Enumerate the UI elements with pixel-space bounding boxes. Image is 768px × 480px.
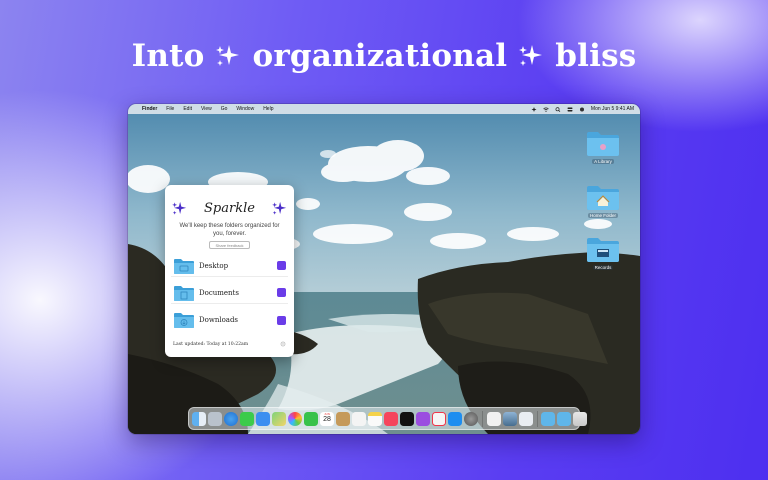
photos-icon[interactable] bbox=[288, 411, 302, 426]
calendar-day: 28 bbox=[323, 416, 331, 423]
sparkle-status-icon[interactable] bbox=[531, 106, 537, 112]
calendar-icon[interactable]: JUN 28 bbox=[320, 411, 334, 426]
tv-icon[interactable] bbox=[400, 411, 414, 426]
facetime-icon[interactable] bbox=[304, 411, 318, 426]
finder-icon[interactable] bbox=[192, 411, 206, 426]
app-store-icon[interactable] bbox=[448, 411, 462, 426]
safari-icon[interactable] bbox=[224, 411, 238, 426]
desktop-icon-label: Home Folder bbox=[587, 213, 618, 218]
sparkle-icon bbox=[216, 45, 240, 66]
folder-icon bbox=[174, 258, 194, 274]
messages-icon[interactable] bbox=[240, 411, 254, 426]
desktop-icon-records[interactable]: Records bbox=[578, 234, 628, 270]
panel-title: Sparkle bbox=[204, 200, 255, 216]
menu-window[interactable]: Window bbox=[236, 106, 254, 112]
home-folder-icon bbox=[587, 186, 619, 210]
downloads-folder-icon[interactable] bbox=[541, 411, 556, 426]
dock-separator bbox=[536, 410, 538, 427]
sparkle-icon bbox=[272, 201, 287, 215]
mac-screen: Finder File Edit View Go Window Help Mon… bbox=[128, 104, 640, 434]
folder-row-downloads[interactable]: Downloads bbox=[171, 309, 288, 331]
control-center-icon[interactable] bbox=[567, 107, 573, 112]
desktop-icon-home[interactable]: Home Folder bbox=[578, 182, 628, 218]
search-icon[interactable] bbox=[555, 106, 561, 112]
desktop-icon-label: Records bbox=[592, 265, 614, 270]
menu-finder[interactable]: Finder bbox=[142, 106, 157, 112]
sparkle-popover: Sparkle We'll keep these folders organiz… bbox=[165, 185, 294, 357]
documents-folder-icon[interactable] bbox=[557, 411, 572, 426]
headline: Into organizational bliss bbox=[0, 34, 768, 78]
desktop-icon-label: A Library bbox=[592, 159, 614, 164]
sparkle-app-icon[interactable] bbox=[518, 411, 533, 426]
folder-name: Desktop bbox=[199, 261, 229, 270]
last-updated-text: Last updated: Today at 10:22am bbox=[173, 341, 249, 347]
sparkle-icon bbox=[172, 201, 187, 215]
trash-icon[interactable] bbox=[573, 411, 588, 426]
music-icon[interactable] bbox=[384, 411, 398, 426]
maps-icon[interactable] bbox=[272, 411, 286, 426]
menu-help[interactable]: Help bbox=[263, 106, 273, 112]
gear-icon[interactable] bbox=[280, 341, 286, 347]
pages-icon[interactable] bbox=[486, 411, 501, 426]
news-folder-icon bbox=[587, 238, 619, 262]
desktop-icon-library[interactable]: A Library bbox=[578, 128, 628, 164]
sparkle-icon bbox=[519, 45, 543, 66]
launchpad-icon[interactable] bbox=[208, 411, 222, 426]
notes-icon[interactable] bbox=[368, 411, 382, 426]
folder-checkbox[interactable] bbox=[277, 288, 286, 297]
panel-tagline: We'll keep these folders organized for y… bbox=[179, 223, 280, 237]
folder-checkbox[interactable] bbox=[277, 315, 286, 325]
preview-icon[interactable] bbox=[502, 411, 517, 426]
mail-icon[interactable] bbox=[256, 411, 270, 426]
status-area: Mon Jun 5 9:41 AM bbox=[531, 106, 634, 112]
menu-edit[interactable]: Edit bbox=[183, 106, 192, 112]
folder-row-desktop[interactable]: Desktop bbox=[171, 255, 288, 277]
podcasts-icon[interactable] bbox=[416, 411, 430, 426]
folder-row-documents[interactable]: Documents bbox=[171, 282, 288, 304]
dock-separator bbox=[482, 410, 483, 427]
folder-name: Downloads bbox=[199, 316, 239, 324]
news-icon[interactable] bbox=[432, 411, 446, 426]
folder-icon bbox=[174, 285, 194, 301]
headline-word-organizational: organizational bbox=[252, 38, 508, 74]
headline-word-bliss: bliss bbox=[555, 38, 637, 74]
menu-go[interactable]: Go bbox=[221, 106, 228, 112]
wifi-icon[interactable] bbox=[543, 107, 549, 112]
menu-clock[interactable]: Mon Jun 5 9:41 AM bbox=[591, 106, 634, 112]
panel-footer: Last updated: Today at 10:22am bbox=[173, 341, 286, 347]
system-settings-icon[interactable] bbox=[464, 411, 478, 426]
headline-word-into: Into bbox=[131, 38, 205, 74]
share-feedback-button[interactable]: Share feedback bbox=[209, 241, 250, 249]
dock: JUN 28 bbox=[188, 407, 588, 430]
panel-header: Sparkle bbox=[165, 197, 294, 219]
siri-icon[interactable] bbox=[579, 107, 585, 112]
folder-checkbox[interactable] bbox=[277, 261, 286, 270]
folder-icon bbox=[587, 132, 619, 156]
menu-bar: Finder File Edit View Go Window Help Mon… bbox=[128, 104, 640, 114]
reminders-icon[interactable] bbox=[352, 411, 366, 426]
folder-name: Documents bbox=[199, 288, 239, 297]
contacts-icon[interactable] bbox=[336, 411, 350, 426]
menu-view[interactable]: View bbox=[201, 106, 212, 112]
folder-icon bbox=[174, 313, 194, 328]
menu-file[interactable]: File bbox=[166, 106, 174, 112]
